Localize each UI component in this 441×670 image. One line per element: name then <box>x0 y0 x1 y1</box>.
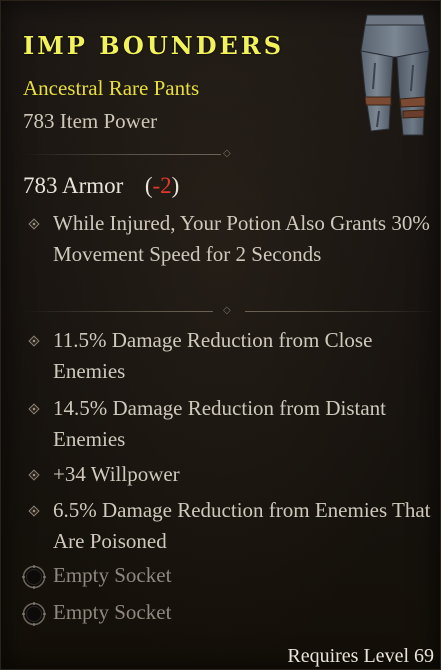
armor-delta: -2 <box>152 173 172 198</box>
divider: ◇ <box>23 149 235 161</box>
item-power: 783 Item Power <box>23 109 158 133</box>
armor-stat: 783 Armor (-2) <box>23 173 179 199</box>
affix-bullet-icon <box>28 505 40 517</box>
implicit-affix: While Injured, Your Potion Also Grants 3… <box>53 211 430 266</box>
socket-label: Empty Socket <box>53 563 172 587</box>
divider: ◇ <box>23 306 439 318</box>
armor-value: 783 Armor <box>23 173 124 198</box>
item-name: IMP BOUNDERS <box>23 31 285 60</box>
affix-bullet-icon <box>28 218 40 230</box>
affix-distant-enemies: 14.5% Damage Reduction from Distant Enem… <box>53 396 387 451</box>
affix-bullet-icon <box>28 335 40 347</box>
level-requirement: Requires Level 69 <box>287 645 434 667</box>
affix-bullet-icon <box>28 469 40 481</box>
affix-close-enemies: 11.5% Damage Reduction from Close Enemie… <box>53 328 373 383</box>
item-type: Ancestral Rare Pants <box>23 76 200 100</box>
item-tooltip: IMP BOUNDERS Ancestral Rare Pants 783 It… <box>0 0 441 670</box>
empty-socket-icon <box>22 602 46 626</box>
socket-label: Empty Socket <box>53 600 172 624</box>
affix-bullet-icon <box>28 403 40 415</box>
affix-poisoned-enemies: 6.5% Damage Reduction from Enemies That … <box>53 498 431 553</box>
armor-delta-close: ) <box>171 173 180 198</box>
empty-socket-icon <box>22 565 46 589</box>
affix-willpower: +34 Willpower <box>53 462 180 486</box>
pants-icon <box>360 14 430 136</box>
